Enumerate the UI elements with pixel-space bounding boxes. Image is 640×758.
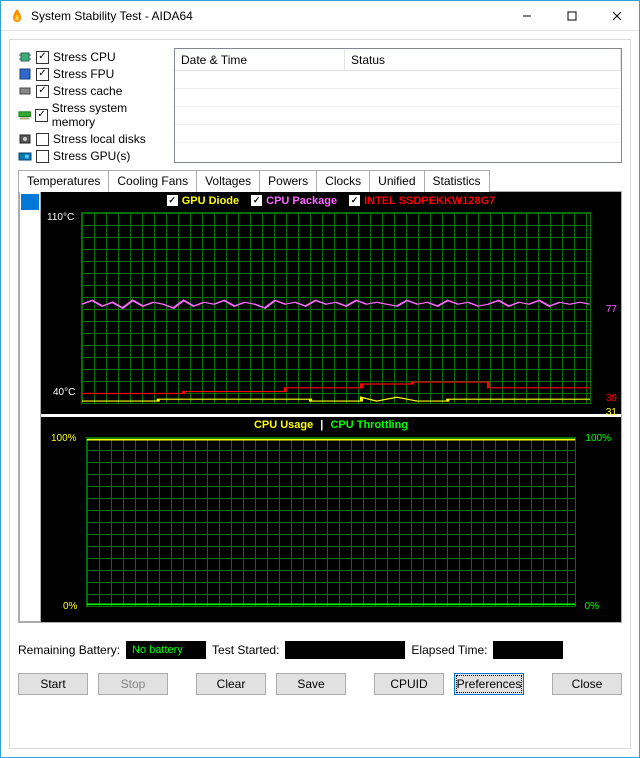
battery-value: No battery	[126, 641, 206, 659]
stress-label: Stress CPU	[53, 50, 116, 64]
started-label: Test Started:	[212, 643, 279, 657]
legend-checkbox[interactable]: ✓	[167, 195, 178, 206]
temp-y-bot: 40°C	[53, 387, 75, 398]
stress-option-cache: ✓ Stress cache	[18, 84, 168, 98]
cpu-usage-legend: CPU Usage | CPU Throttling	[41, 417, 621, 433]
tab-statistics[interactable]: Statistics	[424, 170, 490, 192]
stress-checkbox-fpu[interactable]: ✓	[36, 68, 49, 81]
sensor-list-selected[interactable]	[21, 194, 39, 210]
tab-unified[interactable]: Unified	[369, 170, 424, 192]
stress-checkbox-cache[interactable]: ✓	[36, 85, 49, 98]
stress-option-cpu: ✓ Stress CPU	[18, 50, 168, 64]
maximize-button[interactable]	[549, 1, 594, 30]
app-window: System Stability Test - AIDA64 ✓ Stress C…	[0, 0, 640, 758]
temp-y-top: 110°C	[47, 212, 74, 223]
legend-label: CPU Package	[266, 195, 337, 207]
elapsed-label: Elapsed Time:	[411, 643, 487, 657]
app-icon	[9, 8, 25, 24]
legend-item[interactable]: ✓ GPU Diode	[167, 195, 239, 207]
minimize-button[interactable]	[504, 1, 549, 30]
temperature-legend: ✓ GPU Diode ✓ CPU Package ✓ INTEL SSDPEKKW128…	[41, 192, 621, 209]
stress-label: Stress cache	[53, 84, 122, 98]
close-window-button[interactable]	[594, 1, 639, 30]
stress-option-fpu: ✓ Stress FPU	[18, 67, 168, 81]
temperature-chart: ✓ GPU Diode ✓ CPU Package ✓ INTEL SSDPEKKW128…	[41, 192, 621, 417]
button-row: Start Stop Clear Save CPUID Preferences …	[18, 673, 622, 695]
legend-item[interactable]: ✓ INTEL SSDPEKKW128G7	[349, 195, 495, 207]
legend-label: INTEL SSDPEKKW128G7	[364, 195, 495, 207]
tab-voltages[interactable]: Voltages	[196, 170, 260, 192]
stress-checkbox-ram[interactable]: ✓	[35, 109, 47, 122]
started-value	[285, 641, 405, 659]
clear-button[interactable]: Clear	[196, 673, 266, 695]
temp-readout: 39	[606, 393, 617, 404]
disk-icon	[18, 132, 32, 146]
log-table[interactable]: Date & Time Status	[174, 48, 622, 163]
stop-button[interactable]: Stop	[98, 673, 168, 695]
battery-label: Remaining Battery:	[18, 643, 120, 657]
legend-item[interactable]: ✓ CPU Package	[251, 195, 337, 207]
status-row: Remaining Battery: No battery Test Start…	[18, 641, 622, 659]
temp-readout: 77	[606, 304, 617, 315]
tab-cooling-fans[interactable]: Cooling Fans	[108, 170, 197, 192]
save-button[interactable]: Save	[276, 673, 346, 695]
stress-checkbox-cpu[interactable]: ✓	[36, 51, 49, 64]
stress-option-disk: Stress local disks	[18, 132, 168, 146]
titlebar[interactable]: System Stability Test - AIDA64	[1, 1, 639, 31]
content-panel: ✓Stress CPU✓Stress FPU✓Stress cache✓Stre…	[9, 39, 631, 749]
log-col-datetime[interactable]: Date & Time	[175, 49, 345, 70]
stress-options: ✓Stress CPU✓Stress FPU✓Stress cache✓Stre…	[18, 48, 168, 163]
ram-icon	[18, 108, 31, 122]
log-col-status[interactable]: Status	[345, 49, 621, 70]
tab-powers[interactable]: Powers	[259, 170, 317, 192]
tabstrip: TemperaturesCooling FansVoltagesPowersCl…	[18, 169, 622, 192]
cpu-icon	[18, 50, 32, 64]
gpu-icon	[18, 149, 32, 163]
legend-label: GPU Diode	[182, 195, 239, 207]
legend-checkbox[interactable]: ✓	[251, 195, 262, 206]
cpuid-button[interactable]: CPUID	[374, 673, 444, 695]
stress-label: Stress FPU	[53, 67, 114, 81]
stress-checkbox-gpu[interactable]	[36, 150, 49, 163]
stress-label: Stress local disks	[53, 132, 146, 146]
stress-label: Stress system memory	[52, 101, 168, 129]
tab-temperatures[interactable]: Temperatures	[18, 170, 109, 192]
stress-label: Stress GPU(s)	[53, 149, 130, 163]
cpu-usage-label: CPU Usage	[254, 419, 313, 431]
fpu-icon	[18, 67, 32, 81]
legend-checkbox[interactable]: ✓	[349, 195, 360, 206]
elapsed-value	[493, 641, 563, 659]
window-title: System Stability Test - AIDA64	[31, 9, 504, 23]
cpu-throttling-label: CPU Throttling	[330, 419, 408, 431]
stress-checkbox-disk[interactable]	[36, 133, 49, 146]
cpu-usage-chart: CPU Usage | CPU Throttling 100% 0% 100% …	[41, 417, 621, 622]
cache-icon	[18, 84, 32, 98]
sensor-list-sidebar[interactable]	[19, 192, 41, 622]
stress-option-gpu: Stress GPU(s)	[18, 149, 168, 163]
start-button[interactable]: Start	[18, 673, 88, 695]
stress-option-ram: ✓ Stress system memory	[18, 101, 168, 129]
log-body[interactable]	[175, 71, 621, 143]
tab-clocks[interactable]: Clocks	[316, 170, 370, 192]
preferences-button[interactable]: Preferences	[454, 673, 524, 695]
close-button[interactable]: Close	[552, 673, 622, 695]
